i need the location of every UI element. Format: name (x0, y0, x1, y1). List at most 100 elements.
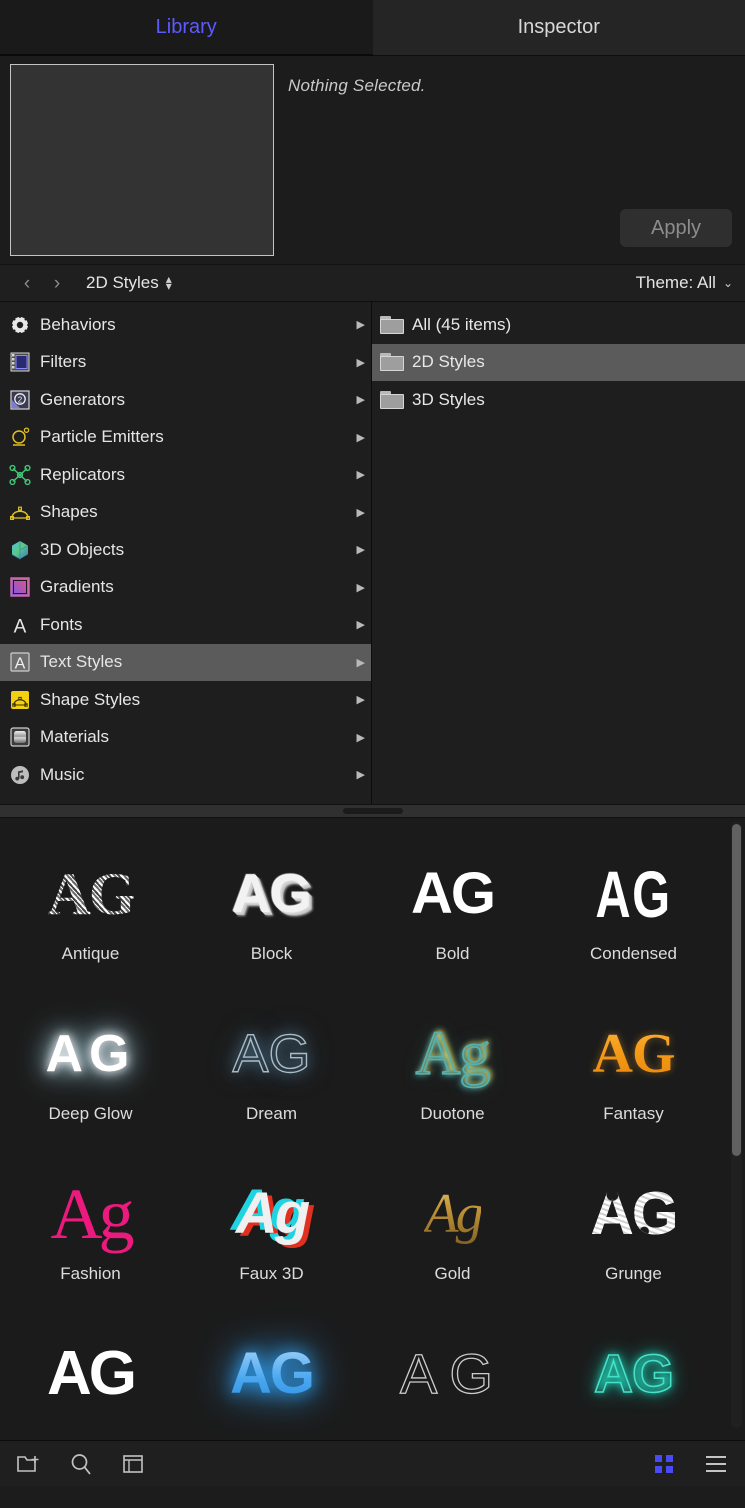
sidebar-item-label: 3D Objects (40, 540, 124, 560)
library-toolbar (0, 1440, 745, 1486)
style-thumbnail[interactable]: AG (362, 1306, 543, 1440)
style-thumbnail[interactable]: AGBlock (181, 826, 362, 986)
style-label: Gold (435, 1264, 471, 1284)
shape-curve-icon (9, 501, 31, 523)
library-category-list[interactable]: Behaviors▶Filters▶2Generators▶Particle E… (0, 302, 372, 804)
chevron-right-icon[interactable]: ▶ (357, 618, 365, 631)
grid-scrollbar-thumb[interactable] (732, 824, 741, 1156)
sidebar-toggle-icon[interactable] (120, 1451, 146, 1477)
style-label: Duotone (420, 1104, 484, 1124)
style-thumbnail[interactable]: AgFashion (0, 1146, 181, 1306)
sidebar-item-3d-objects[interactable]: 3D Objects ▶ (0, 531, 371, 569)
style-thumbnail[interactable]: AgGold (362, 1146, 543, 1306)
style-thumbnail[interactable]: AGFantasy (543, 986, 724, 1146)
style-preview-glyph: AG (595, 846, 671, 942)
tab-library[interactable]: Library (0, 0, 373, 56)
sidebar-item-label: Shapes (40, 502, 98, 522)
chevron-right-icon[interactable]: ▶ (357, 318, 365, 331)
style-thumbnail[interactable]: AG (0, 1306, 181, 1440)
sidebar-item-label: Photos (40, 802, 93, 804)
preview-info: Nothing Selected. Apply (274, 64, 735, 256)
resize-grabber[interactable] (343, 808, 403, 814)
style-thumbnail[interactable]: AGDeep Glow (0, 986, 181, 1146)
chevron-updown-icon[interactable]: ▴ ▾ (166, 276, 172, 291)
style-label: Grunge (605, 1264, 662, 1284)
style-preview-glyph: AG (47, 1326, 134, 1422)
style-thumbnail[interactable]: AG (543, 1306, 724, 1440)
chevron-right-icon[interactable]: ▶ (357, 768, 365, 781)
folder-item[interactable]: 2D Styles (372, 344, 745, 382)
tab-library-label: Library (156, 16, 217, 39)
sidebar-item-text-styles[interactable]: AText Styles▶ (0, 644, 371, 682)
photo-icon (9, 801, 31, 804)
sidebar-item-behaviors[interactable]: Behaviors▶ (0, 306, 371, 344)
tab-inspector[interactable]: Inspector (373, 0, 745, 56)
chevron-right-icon[interactable]: ▶ (357, 731, 365, 744)
theme-filter-menu[interactable]: Theme: All ⌄ (636, 273, 733, 293)
chevron-right-icon[interactable]: ▶ (357, 468, 365, 481)
chevron-right-icon[interactable]: ▶ (357, 356, 365, 369)
new-folder-icon[interactable] (16, 1451, 42, 1477)
style-thumbnail[interactable]: AGAntique (0, 826, 181, 986)
style-preview-glyph: AG (230, 1326, 313, 1422)
apply-button[interactable]: Apply (620, 209, 732, 247)
chevron-right-icon[interactable]: ▶ (357, 506, 365, 519)
style-preview-glyph: Ag (424, 1166, 480, 1262)
folder-item[interactable]: 3D Styles (372, 381, 745, 419)
style-label: Faux 3D (239, 1264, 303, 1284)
style-preview-glyph: AG (594, 1326, 673, 1422)
sidebar-item-label: Particle Emitters (40, 427, 164, 447)
grid-scrollbar[interactable] (731, 822, 742, 1428)
path-category-label: 2D Styles (86, 273, 159, 293)
style-thumbnail[interactable]: AGGrunge (543, 1146, 724, 1306)
sidebar-item-label: Gradients (40, 577, 114, 597)
tab-inspector-label: Inspector (518, 16, 600, 39)
svg-text:A: A (15, 656, 26, 673)
style-preview-glyph: AG (411, 846, 494, 942)
sidebar-item-shapes[interactable]: Shapes ▶ (0, 494, 371, 532)
grid-view-icon[interactable] (651, 1451, 677, 1477)
sidebar-item-label: Fonts (40, 615, 83, 635)
style-label: Fashion (60, 1264, 120, 1284)
path-category-menu[interactable]: 2D Styles ▴ ▾ (86, 273, 172, 293)
sidebar-item-replicators[interactable]: Replicators▶ (0, 456, 371, 494)
style-thumbnail[interactable]: AGDream (181, 986, 362, 1146)
sidebar-item-music[interactable]: Music▶ (0, 756, 371, 794)
style-thumbnail[interactable]: AGBold (362, 826, 543, 986)
sidebar-item-shape-styles[interactable]: Shape Styles▶ (0, 681, 371, 719)
chevron-right-icon[interactable]: ▶ (357, 693, 365, 706)
sidebar-item-gradients[interactable]: Gradients ▶ (0, 569, 371, 607)
folder-item[interactable]: All (45 items) (372, 306, 745, 344)
list-view-icon[interactable] (703, 1451, 729, 1477)
sidebar-item-fonts[interactable]: AFonts▶ (0, 606, 371, 644)
sidebar-item-materials[interactable]: Materials▶ (0, 719, 371, 757)
style-label: Bold (435, 944, 469, 964)
sidebar-item-photos[interactable]: Photos▶ (0, 794, 371, 805)
sidebar-item-particle-emitters[interactable]: Particle Emitters ▶ (0, 419, 371, 457)
back-button[interactable]: ‹ (12, 274, 42, 293)
chevron-right-icon[interactable]: ▶ (357, 656, 365, 669)
yellow-shape-icon (9, 689, 31, 711)
style-thumbnail[interactable]: AgDuotone (362, 986, 543, 1146)
style-preview-glyph: AG (46, 1006, 136, 1102)
sidebar-item-generators[interactable]: 2Generators▶ (0, 381, 371, 419)
sidebar-item-filters[interactable]: Filters▶ (0, 344, 371, 382)
folder-icon (380, 316, 404, 334)
chevron-right-icon[interactable]: ▶ (357, 543, 365, 556)
panel-resize-divider[interactable] (0, 804, 745, 818)
style-thumbnail[interactable]: AGCondensed (543, 826, 724, 986)
chevron-right-icon[interactable]: ▶ (357, 581, 365, 594)
chevron-right-icon[interactable]: ▶ (357, 431, 365, 444)
style-thumbnail[interactable]: AgFaux 3D (181, 1146, 362, 1306)
chevron-right-icon[interactable]: ▶ (357, 393, 365, 406)
forward-button[interactable]: › (42, 274, 72, 293)
library-browser: Behaviors▶Filters▶2Generators▶Particle E… (0, 302, 745, 804)
cube-icon (9, 539, 31, 561)
library-folder-list[interactable]: All (45 items)2D Styles3D Styles (372, 302, 745, 804)
style-preview-glyph: AG (591, 1166, 677, 1262)
style-preview-glyph: AG (593, 1006, 675, 1102)
search-icon[interactable] (68, 1451, 94, 1477)
style-label: Block (251, 944, 293, 964)
style-thumbnail[interactable]: AG (181, 1306, 362, 1440)
particle-emitter-icon (9, 426, 31, 448)
